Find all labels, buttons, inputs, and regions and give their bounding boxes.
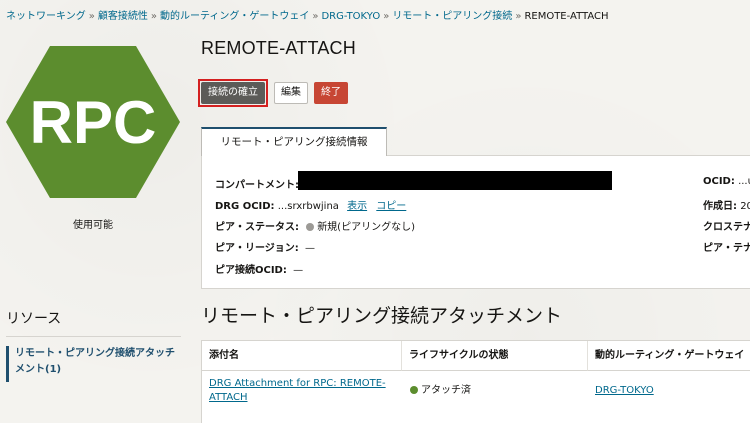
breadcrumb-rpc[interactable]: リモート・ピアリング接続 (392, 11, 512, 22)
state-value: アタッチ済 (421, 385, 471, 396)
column-header-state[interactable]: ライフサイクルの状態 (402, 341, 588, 371)
peer-tenancy-row: ピア・テナ (703, 239, 750, 254)
show-link[interactable]: 表示 (347, 201, 367, 212)
breadcrumb-customer-connectivity[interactable]: 顧客接続性 (98, 11, 148, 22)
rpc-hexagon-icon: RPC (6, 46, 180, 198)
resources-divider (6, 336, 181, 337)
drg-ocid-value: ...srxrbwjina (277, 201, 339, 212)
ocid-label: OCID: (703, 176, 735, 187)
column-header-name[interactable]: 添付名 (202, 341, 402, 371)
compartment-row: コンパートメント: (215, 176, 299, 191)
breadcrumb: ネットワーキング» 顧客接続性» 動的ルーティング・ゲートウェイ» DRG-TOKYO… (6, 11, 609, 22)
drg-link[interactable]: DRG-TOKYO (595, 385, 654, 396)
resource-item-rpc-attachments[interactable]: リモート・ピアリング接続アタッチメント(1) (6, 346, 181, 382)
state-cell: アタッチ済 (410, 384, 471, 398)
ocid-row: OCID: ...u5 (703, 176, 750, 187)
redacted-compartment (298, 171, 612, 190)
peer-tenancy-label: ピア・テナ (703, 243, 750, 254)
status-dot-icon (306, 223, 315, 231)
attachment-name-link[interactable]: DRG Attachment for RPC: REMOTE-ATTACH (209, 378, 386, 403)
peer-region-row: ピア・リージョン: — (215, 239, 315, 254)
tab-rpc-info[interactable]: リモート・ピアリング接続情報 (201, 127, 387, 156)
created-value: 202 (740, 201, 750, 212)
drg-ocid-row: DRG OCID: ...srxrbwjina 表示 コピー (215, 197, 406, 212)
edit-button[interactable]: 編集 (274, 82, 308, 104)
status-dot-icon (410, 386, 418, 394)
created-row: 作成日: 202 (703, 197, 750, 212)
highlight-outline: 接続の確立 (198, 79, 268, 107)
peer-ocid-row: ピア接続OCID: — (215, 261, 303, 276)
peer-status-row: ピア・ステータス: 新規(ピアリングなし) (215, 218, 415, 233)
ocid-value: ...u5 (738, 176, 750, 187)
attachments-table: 添付名 ライフサイクルの状態 動的ルーティング・ゲートウェイ DRG Attac… (201, 340, 750, 423)
resources-title: リソース (6, 311, 62, 327)
status-label: 使用可能 (73, 220, 113, 231)
breadcrumb-networking[interactable]: ネットワーキング (6, 11, 86, 22)
breadcrumb-drg[interactable]: 動的ルーティング・ゲートウェイ (160, 11, 309, 22)
cross-tenancy-label: クロステナ (703, 222, 750, 233)
compartment-label: コンパートメント: (215, 180, 299, 191)
peer-ocid-label: ピア接続OCID: (215, 265, 287, 276)
page-title: REMOTE-ATTACH (201, 38, 356, 58)
rpc-icon-text: RPC (30, 89, 157, 156)
action-buttons: 接続の確立 編集 終了 (198, 79, 348, 107)
column-header-drg[interactable]: 動的ルーティング・ゲートウェイ (588, 341, 750, 371)
table-row: DRG Attachment for RPC: REMOTE-ATTACH (209, 377, 389, 405)
establish-connection-button[interactable]: 接続の確立 (201, 82, 265, 104)
drg-ocid-label: DRG OCID: (215, 201, 275, 212)
peer-region-value: — (305, 243, 315, 254)
peer-status-label: ピア・ステータス: (215, 222, 299, 233)
breadcrumb-current: REMOTE-ATTACH (524, 11, 609, 22)
terminate-button[interactable]: 終了 (314, 82, 348, 104)
breadcrumb-drg-tokyo[interactable]: DRG-TOKYO (321, 11, 380, 22)
section-title: リモート・ピアリング接続アタッチメント (201, 306, 563, 327)
created-label: 作成日: (703, 201, 737, 212)
peer-region-label: ピア・リージョン: (215, 243, 299, 254)
drg-cell: DRG-TOKYO (595, 384, 654, 398)
copy-link[interactable]: コピー (376, 201, 406, 212)
peer-status-value: 新規(ピアリングなし) (317, 222, 415, 233)
peer-ocid-value: — (293, 265, 304, 276)
cross-tenancy-row: クロステナ (703, 218, 750, 233)
